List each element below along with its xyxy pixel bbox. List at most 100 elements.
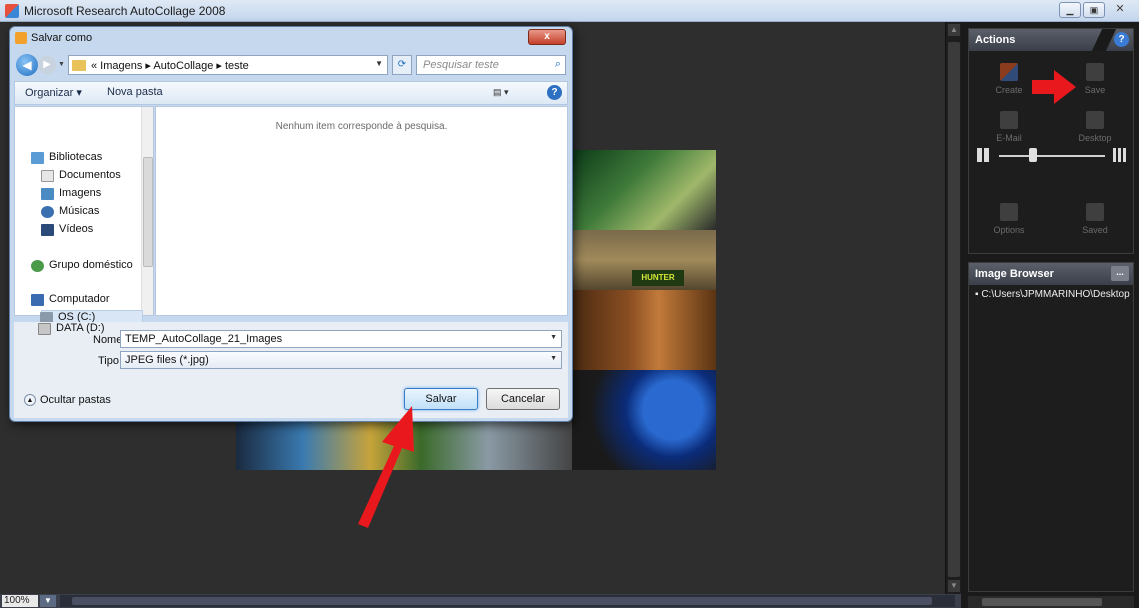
empty-results-message: Nenhum item corresponde à pesquisa. [275,121,448,132]
image-browser-folder[interactable]: ▪ C:\Users\JPMMARINHO\Desktop [969,285,1133,304]
collage-tile [572,290,716,370]
maximize-button[interactable]: ▣ [1083,2,1105,18]
zoom-level[interactable]: 100% [2,595,38,607]
help-icon[interactable]: ? [547,85,562,100]
scroll-thumb[interactable] [982,598,1102,606]
slider-handle[interactable] [1029,148,1037,162]
dialog-toolbar: Organizar ▾ Nova pasta ▤ ▾ ? [14,81,568,105]
cancel-button[interactable]: Cancelar [486,388,560,410]
navigation-bar: ◀ ▶ ▼ « Imagens ▸ AutoCollage ▸ teste ▼ … [14,53,568,77]
hide-folders-toggle[interactable]: ▲ Ocultar pastas [24,394,111,407]
slider-track[interactable] [999,155,1105,157]
homegroup-icon [31,260,44,272]
desktop-action[interactable]: Desktop [1065,109,1125,149]
search-input[interactable]: Pesquisar teste ⌕ [416,55,566,75]
file-list[interactable]: Nenhum item corresponde à pesquisa. [155,106,568,316]
search-placeholder[interactable]: Pesquisar teste [423,59,499,71]
browse-folder-button[interactable]: ... [1111,266,1129,281]
chevron-up-icon: ▲ [24,394,36,407]
search-icon[interactable]: ⌕ [555,58,561,71]
create-label: Create [995,85,1023,95]
filetype-label: Tipo: [98,355,123,367]
email-label: E-Mail [996,133,1022,143]
collage-size-slider[interactable] [977,146,1127,166]
documents-icon [41,170,54,182]
forward-arrow-icon[interactable]: ▶ [38,56,56,74]
dialog-footer: ▲ Ocultar pastas Salvar Cancelar [14,378,568,418]
filetype-value: JPEG files (*.jpg) [125,354,209,366]
dialog-title: Salvar como [31,32,93,44]
desktop-icon [1086,111,1104,129]
navigation-pane: Bibliotecas Documentos Imagens Músicas V… [14,106,154,316]
annotation-arrow-icon [358,406,414,528]
desktop-label: Desktop [1078,133,1112,143]
scroll-thumb[interactable] [72,597,932,605]
options-action[interactable]: Options [979,201,1039,241]
dialog-close-button[interactable]: x [528,29,566,45]
organize-menu[interactable]: Organizar ▾ [25,86,82,99]
videos-icon [41,224,54,236]
folder-icon [1086,203,1104,221]
tab-notch [1091,29,1117,51]
scroll-thumb[interactable] [948,42,960,577]
scroll-down-arrow-icon[interactable]: ▼ [948,580,960,592]
saved-label: Saved [1082,225,1108,235]
navigation-pane-scrollbar[interactable] [141,107,153,315]
zoom-dropdown-icon[interactable]: ▼ [40,595,56,607]
save-label: Save [1084,85,1106,95]
canvas-vertical-scrollbar[interactable]: ▲ ▼ [945,22,961,594]
filetype-select[interactable]: JPEG files (*.jpg) ▼ [120,351,562,369]
filename-value: TEMP_AutoCollage_21_Images [125,333,283,345]
window-controls: ▁ ▣ ✕ [1059,2,1133,18]
actions-panel: Actions ? Create Save E-Mail Desktop Opt… [968,28,1134,254]
options-label: Options [993,225,1025,235]
scroll-up-arrow-icon[interactable]: ▲ [948,24,960,36]
image-browser-header: Image Browser ... [969,263,1133,285]
save-icon [1086,63,1104,81]
annotation-arrow-icon [1032,70,1076,104]
filename-dropdown-icon[interactable]: ▼ [550,334,557,341]
autocollage-app-icon [5,4,19,18]
canvas-horizontal-scrollbar[interactable] [60,595,955,607]
actions-title: Actions [975,34,1016,46]
filename-input[interactable]: TEMP_AutoCollage_21_Images ▼ [120,330,562,348]
refresh-icon[interactable]: ⟳ [392,55,412,75]
save-form: DATA (D:) Nome: TEMP_AutoCollage_21_Imag… [14,322,568,378]
email-action[interactable]: E-Mail [979,109,1039,149]
dialog-titlebar[interactable]: Salvar como x [10,27,572,49]
back-arrow-icon[interactable]: ◀ [16,54,38,76]
change-view-icon[interactable]: ▤ ▾ [493,87,519,98]
filetype-dropdown-icon[interactable]: ▼ [550,355,557,362]
library-icon [31,152,44,164]
saved-action[interactable]: Saved [1065,201,1125,241]
right-panel: Actions ? Create Save E-Mail Desktop Opt… [961,22,1139,608]
many-images-grid-icon [1113,148,1127,162]
recent-locations-dropdown-icon[interactable]: ▼ [58,61,65,68]
collage-logo-text: HUNTER [632,270,684,286]
address-dropdown-icon[interactable]: ▼ [375,59,383,68]
scroll-thumb[interactable] [143,157,153,267]
app-titlebar: Microsoft Research AutoCollage 2008 ▁ ▣ … [0,0,1139,22]
address-path[interactable]: « Imagens ▸ AutoCollage ▸ teste [91,59,249,72]
folder-icon [72,60,86,71]
collage-tile [572,150,716,230]
create-icon [1000,63,1018,81]
minimize-button[interactable]: ▁ [1059,2,1081,18]
image-browser-scrollbar[interactable] [968,596,1134,608]
image-browser-panel: Image Browser ... ▪ C:\Users\JPMMARINHO\… [968,262,1134,592]
app-title: Microsoft Research AutoCollage 2008 [24,4,226,18]
actions-header: Actions ? [969,29,1133,51]
few-images-grid-icon [977,148,991,162]
status-bar: 100% ▼ [0,594,961,608]
email-icon [1000,111,1018,129]
help-icon[interactable]: ? [1114,32,1129,47]
close-window-button[interactable]: ✕ [1107,2,1133,18]
pictures-icon [41,188,54,200]
address-bar[interactable]: « Imagens ▸ AutoCollage ▸ teste ▼ [68,55,388,75]
computer-icon [31,294,44,306]
image-browser-title: Image Browser [975,268,1054,280]
new-folder-button[interactable]: Nova pasta [107,86,163,98]
music-icon [41,206,54,218]
options-icon [1000,203,1018,221]
image-browser-path: C:\Users\JPMMARINHO\Desktop [981,289,1130,300]
